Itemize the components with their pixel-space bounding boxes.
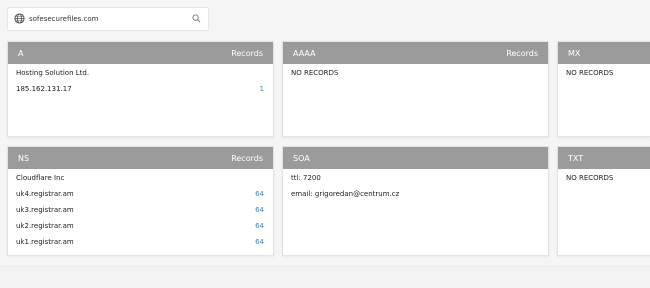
dns-card-soa: SOA ttl: 7200 email: grigoredan@centrum.… xyxy=(282,146,549,256)
record-row: uk3.registrar.am 64 xyxy=(8,202,273,218)
dns-card-mx: MX NO RECORDS xyxy=(557,41,650,137)
records-label: Records xyxy=(506,49,538,58)
card-title: TXT xyxy=(568,154,584,163)
domain-search-input[interactable] xyxy=(29,12,179,26)
card-header: MX xyxy=(558,42,650,64)
globe-icon xyxy=(14,13,25,24)
dns-card-ns: NS Records Cloudflare Inc uk4.registrar.… xyxy=(7,146,274,256)
card-header: A Records xyxy=(8,42,273,64)
card-title: A xyxy=(18,49,24,58)
card-title: MX xyxy=(568,49,581,58)
dns-card-aaaa: AAAA Records NO RECORDS xyxy=(282,41,549,137)
records-label: Records xyxy=(231,49,263,58)
nameserver: uk1.registrar.am xyxy=(16,238,74,246)
record-row: NO RECORDS xyxy=(558,170,650,186)
record-row: ttl: 7200 xyxy=(283,170,548,186)
record-count-link[interactable]: 64 xyxy=(255,222,264,230)
nameserver: uk3.registrar.am xyxy=(16,206,74,214)
card-title: SOA xyxy=(293,154,310,163)
soa-ttl: ttl: 7200 xyxy=(291,174,321,182)
record-row: email: grigoredan@centrum.cz xyxy=(283,186,548,202)
domain-search-box[interactable] xyxy=(7,7,209,31)
record-row: 185.162.131.17 1 xyxy=(8,81,273,97)
record-count-link[interactable]: 64 xyxy=(255,238,264,246)
no-records-text: NO RECORDS xyxy=(566,69,614,77)
card-title: AAAA xyxy=(293,49,316,58)
no-records-text: NO RECORDS xyxy=(566,174,614,182)
card-header: TXT xyxy=(558,147,650,169)
card-title: NS xyxy=(18,154,30,163)
dns-card-a: A Records Hosting Solution Ltd. 185.162.… xyxy=(7,41,274,137)
record-row: NO RECORDS xyxy=(283,65,548,81)
no-records-text: NO RECORDS xyxy=(291,69,339,77)
nameserver: uk4.registrar.am xyxy=(16,190,74,198)
record-count-link[interactable]: 64 xyxy=(255,190,264,198)
card-header: AAAA Records xyxy=(283,42,548,64)
record-row: uk4.registrar.am 64 xyxy=(8,186,273,202)
record-row: uk1.registrar.am 64 xyxy=(8,234,273,250)
records-label: Records xyxy=(231,154,263,163)
record-owner: Cloudflare Inc xyxy=(16,174,65,182)
dns-card-txt: TXT NO RECORDS xyxy=(557,146,650,256)
nameserver: uk2.registrar.am xyxy=(16,222,74,230)
soa-email: email: grigoredan@centrum.cz xyxy=(291,190,400,198)
card-header: NS Records xyxy=(8,147,273,169)
search-icon[interactable] xyxy=(192,14,201,23)
record-row: Hosting Solution Ltd. xyxy=(8,65,273,81)
record-row: uk2.registrar.am 64 xyxy=(8,218,273,234)
record-owner: Hosting Solution Ltd. xyxy=(16,69,90,77)
record-count-link[interactable]: 1 xyxy=(260,85,264,93)
record-value: 185.162.131.17 xyxy=(16,85,72,93)
record-row: Cloudflare Inc xyxy=(8,170,273,186)
record-row: NO RECORDS xyxy=(558,65,650,81)
footer-area xyxy=(0,266,650,288)
record-count-link[interactable]: 64 xyxy=(255,206,264,214)
card-header: SOA xyxy=(283,147,548,169)
